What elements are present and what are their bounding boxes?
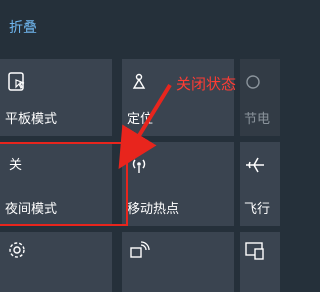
project-icon bbox=[128, 239, 150, 265]
tile-mobile-hotspot[interactable]: 移动热点 bbox=[122, 142, 234, 226]
tile-airplane-mode-label: 飞行 bbox=[244, 202, 271, 217]
connect-icon bbox=[244, 239, 266, 265]
tile-night-light[interactable]: 关 夜间模式 bbox=[0, 142, 112, 226]
annotation-label: 关闭状态 bbox=[176, 75, 237, 93]
tile-tablet-mode-label: 平板模式 bbox=[5, 112, 58, 127]
tile-settings[interactable] bbox=[0, 232, 112, 292]
airplane-icon bbox=[244, 154, 266, 180]
tile-airplane-mode[interactable]: 飞行 bbox=[240, 142, 280, 226]
tile-battery-saver-label: 节电 bbox=[244, 112, 271, 127]
tile-location-label: 定位 bbox=[127, 112, 154, 127]
tile-connect[interactable] bbox=[240, 232, 280, 292]
gear-icon bbox=[6, 239, 28, 265]
battery-saver-icon bbox=[244, 71, 266, 97]
tile-night-light-label: 夜间模式 bbox=[5, 202, 58, 217]
tile-mobile-hotspot-label: 移动热点 bbox=[127, 202, 180, 217]
tablet-mode-icon bbox=[6, 71, 28, 97]
tile-battery-saver[interactable]: 节电 bbox=[240, 59, 280, 136]
mobile-hotspot-icon bbox=[128, 154, 150, 180]
tile-project[interactable] bbox=[122, 232, 234, 292]
collapse-link[interactable]: 折叠 bbox=[9, 17, 37, 37]
night-light-state: 关 bbox=[9, 158, 23, 173]
tile-location[interactable]: 定位 bbox=[122, 59, 234, 136]
tile-tablet-mode[interactable]: 平板模式 bbox=[0, 59, 112, 136]
location-icon bbox=[128, 71, 150, 97]
